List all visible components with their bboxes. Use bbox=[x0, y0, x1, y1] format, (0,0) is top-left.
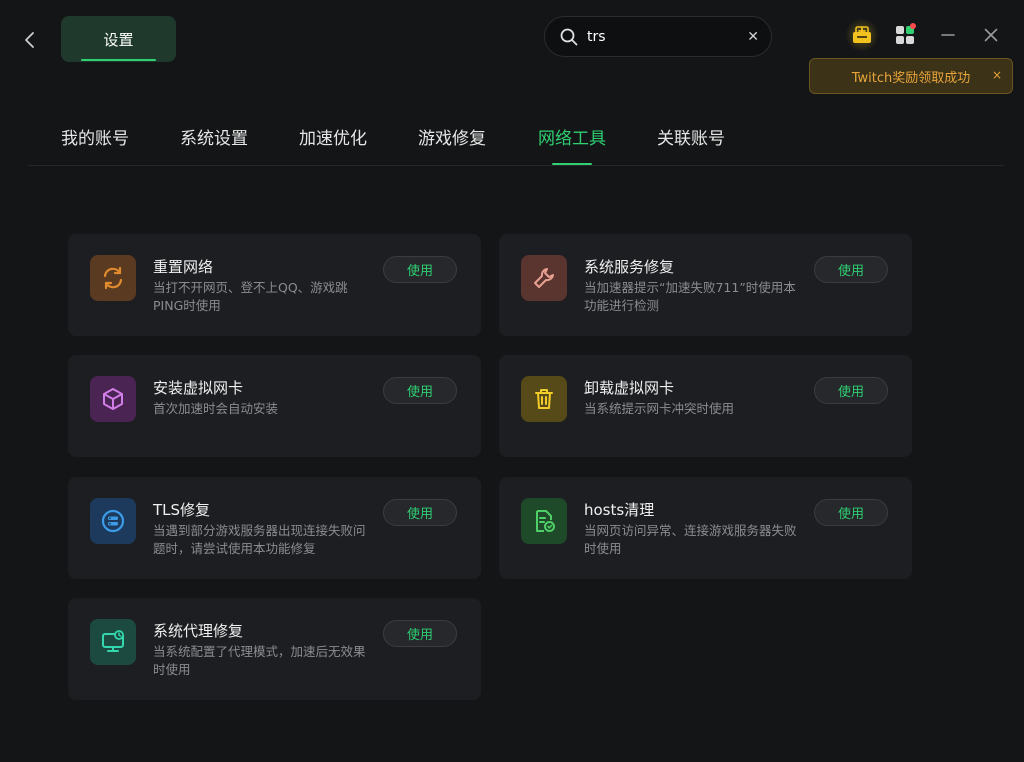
tool-description: 当遇到部分游戏服务器出现连接失败问题时，请尝试使用本功能修复 bbox=[153, 523, 366, 556]
file-clean-icon bbox=[521, 498, 567, 544]
tool-name: 安装虚拟网卡 bbox=[153, 379, 244, 397]
wrench-icon bbox=[521, 255, 567, 301]
search-icon bbox=[559, 27, 579, 47]
tool-card-uninstall-virtual-nic: 卸载虚拟网卡 当系统提示网卡冲突时使用 使用 bbox=[499, 355, 912, 457]
tool-description: 当打不开网页、登不上QQ、游戏跳PING时使用 bbox=[153, 280, 348, 313]
tool-card-reset-network: 重置网络 当打不开网页、登不上QQ、游戏跳PING时使用 使用 bbox=[68, 234, 481, 336]
monitor-icon bbox=[90, 619, 136, 665]
tool-card-system-proxy-repair: 系统代理修复 当系统配置了代理模式，加速后无效果时使用 使用 bbox=[68, 598, 481, 700]
trash-icon bbox=[521, 376, 567, 422]
tab-my-account[interactable]: 我的账号 bbox=[61, 124, 129, 149]
close-icon bbox=[984, 28, 998, 42]
use-button[interactable]: 使用 bbox=[814, 499, 888, 526]
refresh-icon bbox=[90, 255, 136, 301]
use-button[interactable]: 使用 bbox=[814, 256, 888, 283]
server-icon bbox=[90, 498, 136, 544]
page-title-tab[interactable]: 设置 bbox=[61, 16, 176, 62]
gift-icon bbox=[853, 26, 871, 43]
use-button[interactable]: 使用 bbox=[383, 256, 457, 283]
tool-card-tls-repair: TLS修复 当遇到部分游戏服务器出现连接失败问题时，请尝试使用本功能修复 使用 bbox=[68, 477, 481, 579]
search-input[interactable] bbox=[587, 28, 748, 45]
search-box[interactable]: ✕ bbox=[544, 16, 772, 57]
tool-name: 重置网络 bbox=[153, 258, 214, 276]
apps-button[interactable] bbox=[888, 18, 922, 52]
tool-description: 当系统提示网卡冲突时使用 bbox=[584, 401, 735, 416]
tool-description: 首次加速时会自动安装 bbox=[153, 401, 279, 416]
tool-name: TLS修复 bbox=[153, 501, 211, 519]
title-underline bbox=[81, 59, 156, 61]
tab-network-tools[interactable]: 网络工具 bbox=[538, 124, 606, 165]
tab-linked-accounts[interactable]: 关联账号 bbox=[657, 124, 725, 149]
notification-dot bbox=[910, 23, 916, 29]
settings-tabs: 我的账号 系统设置 加速优化 游戏修复 网络工具 关联账号 bbox=[28, 110, 1004, 166]
page-title: 设置 bbox=[103, 30, 134, 49]
use-button[interactable]: 使用 bbox=[814, 377, 888, 404]
window-controls bbox=[836, 18, 1008, 52]
gift-button[interactable] bbox=[845, 18, 879, 52]
minimize-button[interactable] bbox=[931, 18, 965, 52]
tool-description: 当加速器提示“加速失败711”时使用本功能进行检测 bbox=[584, 280, 796, 313]
tab-acceleration[interactable]: 加速优化 bbox=[299, 124, 367, 149]
tool-card-system-service-repair: 系统服务修复 当加速器提示“加速失败711”时使用本功能进行检测 使用 bbox=[499, 234, 912, 336]
clear-icon[interactable]: ✕ bbox=[747, 29, 759, 45]
use-button[interactable]: 使用 bbox=[383, 499, 457, 526]
tool-name: 系统代理修复 bbox=[153, 622, 244, 640]
tab-system-settings[interactable]: 系统设置 bbox=[180, 124, 248, 149]
tool-name: 卸载虚拟网卡 bbox=[584, 379, 675, 397]
back-button[interactable] bbox=[18, 28, 42, 52]
tool-card-install-virtual-nic: 安装虚拟网卡 首次加速时会自动安装 使用 bbox=[68, 355, 481, 457]
cube-icon bbox=[90, 376, 136, 422]
tool-description: 当系统配置了代理模式，加速后无效果时使用 bbox=[153, 644, 366, 677]
tool-card-hosts-clean: hosts清理 当网页访问异常、连接游戏服务器失败时使用 使用 bbox=[499, 477, 912, 579]
back-icon bbox=[25, 32, 34, 48]
use-button[interactable]: 使用 bbox=[383, 620, 457, 647]
close-button[interactable] bbox=[974, 18, 1008, 52]
tool-name: hosts清理 bbox=[584, 501, 655, 519]
use-button[interactable]: 使用 bbox=[383, 377, 457, 404]
tab-game-repair[interactable]: 游戏修复 bbox=[418, 124, 486, 149]
toast-text: Twitch奖励领取成功 bbox=[851, 70, 971, 86]
reward-toast: Twitch奖励领取成功 × bbox=[809, 58, 1013, 94]
minimize-icon bbox=[941, 34, 955, 36]
tool-name: 系统服务修复 bbox=[584, 258, 675, 276]
toast-close-icon[interactable]: × bbox=[992, 68, 1002, 82]
tool-description: 当网页访问异常、连接游戏服务器失败时使用 bbox=[584, 523, 797, 556]
